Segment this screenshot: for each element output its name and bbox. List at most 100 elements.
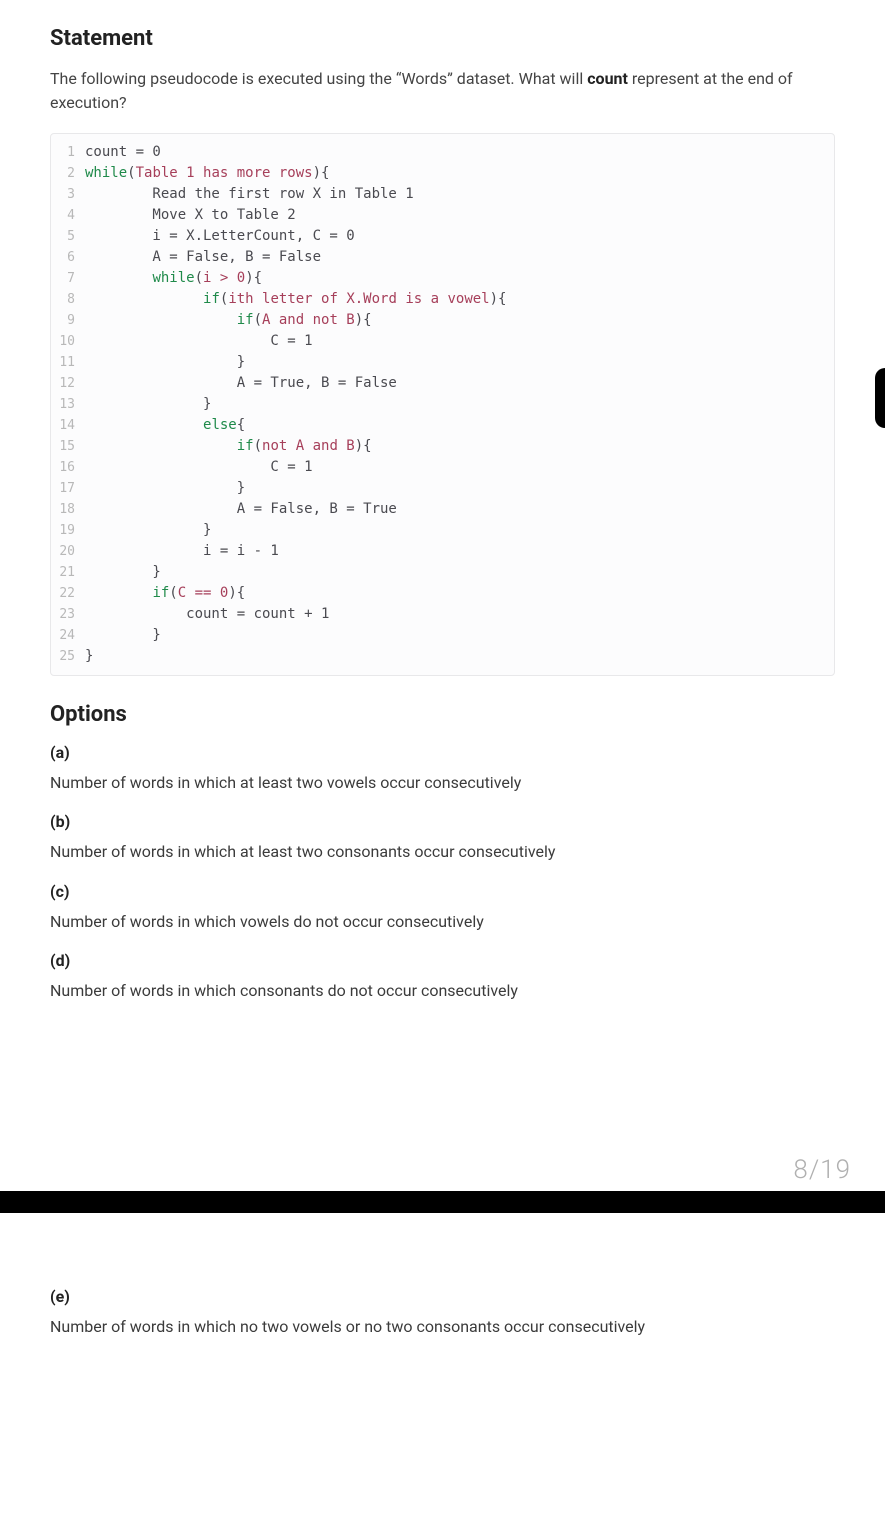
line-number: 22 xyxy=(51,583,85,604)
code-line: 7 while(i > 0){ xyxy=(51,268,834,289)
code-line: 25} xyxy=(51,646,834,667)
line-number: 19 xyxy=(51,520,85,541)
code-line: 13 } xyxy=(51,394,834,415)
code-text: count = 0 xyxy=(85,142,161,163)
code-line: 17 } xyxy=(51,478,834,499)
code-line: 8 if(ith letter of X.Word is a vowel){ xyxy=(51,289,834,310)
line-number: 8 xyxy=(51,289,85,310)
code-line: 5 i = X.LetterCount, C = 0 xyxy=(51,226,834,247)
code-text: if(A and not B){ xyxy=(85,310,372,331)
options-list: (a) Number of words in which at least two… xyxy=(50,743,835,1003)
option-text: Number of words in which consonants do n… xyxy=(50,980,835,1002)
statement-text-before: The following pseudocode is executed usi… xyxy=(50,69,587,88)
line-number: 24 xyxy=(51,625,85,646)
document-root: Statement The following pseudocode is ex… xyxy=(0,0,885,1366)
line-number: 9 xyxy=(51,310,85,331)
code-text: A = False, B = True xyxy=(85,499,397,520)
code-text: } xyxy=(85,562,161,583)
line-number: 3 xyxy=(51,184,85,205)
line-number: 15 xyxy=(51,436,85,457)
code-line: 14 else{ xyxy=(51,415,834,436)
line-number: 25 xyxy=(51,646,85,667)
line-number: 13 xyxy=(51,394,85,415)
code-line: 15 if(not A and B){ xyxy=(51,436,834,457)
code-text: Move X to Table 2 xyxy=(85,205,296,226)
code-line: 9 if(A and not B){ xyxy=(51,310,834,331)
code-text: else{ xyxy=(85,415,245,436)
code-line: 1count = 0 xyxy=(51,142,834,163)
option-text: Number of words in which at least two vo… xyxy=(50,772,835,794)
page-upper: Statement The following pseudocode is ex… xyxy=(0,0,885,1151)
code-line: 6 A = False, B = False xyxy=(51,247,834,268)
line-number: 5 xyxy=(51,226,85,247)
line-number: 23 xyxy=(51,604,85,625)
statement-heading: Statement xyxy=(50,26,835,51)
line-number: 4 xyxy=(51,205,85,226)
page-number: 8/19 xyxy=(0,1151,885,1191)
code-block: 1count = 02while(Table 1 has more rows){… xyxy=(50,133,835,676)
code-text: if(C == 0){ xyxy=(85,583,245,604)
code-text: A = False, B = False xyxy=(85,247,321,268)
code-text: if(not A and B){ xyxy=(85,436,372,457)
line-number: 17 xyxy=(51,478,85,499)
code-text: i = X.LetterCount, C = 0 xyxy=(85,226,355,247)
code-text: } xyxy=(85,646,93,667)
line-number: 14 xyxy=(51,415,85,436)
line-number: 18 xyxy=(51,499,85,520)
code-text: Read the first row X in Table 1 xyxy=(85,184,414,205)
code-line: 12 A = True, B = False xyxy=(51,373,834,394)
line-number: 7 xyxy=(51,268,85,289)
line-number: 16 xyxy=(51,457,85,478)
code-line: 11 } xyxy=(51,352,834,373)
code-line: 4 Move X to Table 2 xyxy=(51,205,834,226)
page-divider-bar xyxy=(0,1191,885,1213)
option-text: Number of words in which vowels do not o… xyxy=(50,911,835,933)
side-tab[interactable] xyxy=(875,368,885,428)
line-number: 11 xyxy=(51,352,85,373)
code-text: C = 1 xyxy=(85,457,313,478)
line-number: 21 xyxy=(51,562,85,583)
line-number: 20 xyxy=(51,541,85,562)
code-text: } xyxy=(85,520,211,541)
code-line: 20 i = i - 1 xyxy=(51,541,834,562)
option-label: (d) xyxy=(50,951,835,970)
code-text: while(i > 0){ xyxy=(85,268,262,289)
option-text: Number of words in which at least two co… xyxy=(50,841,835,863)
code-text: C = 1 xyxy=(85,331,313,352)
page-lower: (e) Number of words in which no two vowel… xyxy=(0,1213,885,1366)
line-number: 12 xyxy=(51,373,85,394)
code-text: count = count + 1 xyxy=(85,604,329,625)
code-text: A = True, B = False xyxy=(85,373,397,394)
code-text: while(Table 1 has more rows){ xyxy=(85,163,329,184)
options-list-continued: (e) Number of words in which no two vowel… xyxy=(50,1287,835,1338)
spacer xyxy=(50,1021,835,1141)
code-line: 2while(Table 1 has more rows){ xyxy=(51,163,834,184)
code-line: 24 } xyxy=(51,625,834,646)
line-number: 1 xyxy=(51,142,85,163)
option-text: Number of words in which no two vowels o… xyxy=(50,1316,835,1338)
code-line: 22 if(C == 0){ xyxy=(51,583,834,604)
code-line: 19 } xyxy=(51,520,834,541)
option-label: (a) xyxy=(50,743,835,762)
code-line: 23 count = count + 1 xyxy=(51,604,834,625)
code-text: } xyxy=(85,352,245,373)
code-line: 16 C = 1 xyxy=(51,457,834,478)
line-number: 2 xyxy=(51,163,85,184)
code-line: 10 C = 1 xyxy=(51,331,834,352)
code-line: 3 Read the first row X in Table 1 xyxy=(51,184,834,205)
options-heading: Options xyxy=(50,702,835,727)
line-number: 10 xyxy=(51,331,85,352)
option-label: (e) xyxy=(50,1287,835,1306)
code-line: 18 A = False, B = True xyxy=(51,499,834,520)
option-label: (b) xyxy=(50,812,835,831)
statement-bold: count xyxy=(587,69,628,88)
code-line: 21 } xyxy=(51,562,834,583)
code-text: } xyxy=(85,394,211,415)
line-number: 6 xyxy=(51,247,85,268)
code-text: i = i - 1 xyxy=(85,541,279,562)
code-text: } xyxy=(85,478,245,499)
code-text: } xyxy=(85,625,161,646)
statement-text: The following pseudocode is executed usi… xyxy=(50,67,835,115)
option-label: (c) xyxy=(50,882,835,901)
code-text: if(ith letter of X.Word is a vowel){ xyxy=(85,289,506,310)
